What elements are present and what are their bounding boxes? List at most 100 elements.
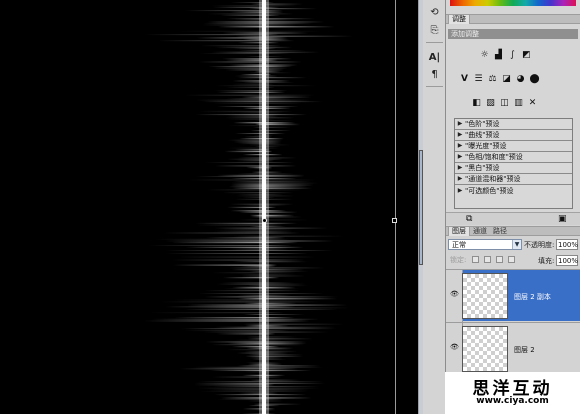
layer-row[interactable]: 👁 图层 2 <box>446 322 580 375</box>
streak <box>202 24 264 26</box>
streak <box>221 397 264 399</box>
streak <box>203 290 264 292</box>
streak <box>264 307 350 309</box>
preset-item[interactable]: ▶ "色阶"预设 <box>455 119 572 130</box>
preset-item[interactable]: ▶ "黑白"预设 <box>455 163 572 174</box>
posterize-icon[interactable]: ▨ <box>485 97 496 108</box>
streak <box>264 389 310 391</box>
layer-name: 图层 2 <box>514 346 535 354</box>
chevron-down-icon[interactable]: ▼ <box>512 240 521 249</box>
streak <box>225 69 264 71</box>
preset-item[interactable]: ▶ "曲线"预设 <box>455 130 572 141</box>
streak <box>216 283 264 285</box>
lock-transparency-icon[interactable] <box>472 256 479 263</box>
streak <box>218 26 264 28</box>
expand-icon[interactable]: ▶ <box>455 163 465 173</box>
vibrance-icon[interactable]: V <box>459 73 470 84</box>
streak <box>229 203 264 206</box>
levels-icon[interactable]: ▟ <box>493 49 504 60</box>
blend-mode-select[interactable]: 正常 ▼ <box>448 239 522 250</box>
lock-position-icon[interactable] <box>496 256 503 263</box>
curves-icon[interactable]: ∫ <box>507 49 518 60</box>
selective-color-icon[interactable]: ✕ <box>527 97 538 108</box>
invert-icon[interactable]: ◧ <box>471 97 482 108</box>
layer-row[interactable]: 👁 图层 2 副本 <box>446 269 580 322</box>
expand-icon[interactable]: ▶ <box>455 130 465 140</box>
visibility-cell[interactable]: 👁 <box>446 323 463 375</box>
streak <box>208 389 264 391</box>
opacity-label: 不透明度: <box>524 241 555 249</box>
tab-adjustments[interactable]: 调整 <box>448 15 470 24</box>
right-panels: 调整 添加调整 ☼ ▟ ∫ ◩ V ☰ ⚖ ◪ ◕ ⬤ ◧ ▨ ◫ ▥ ✕ ▶ "… <box>446 0 580 414</box>
transform-center-point[interactable] <box>262 218 267 223</box>
eye-icon[interactable]: 👁 <box>450 291 459 298</box>
streak <box>195 222 264 225</box>
visibility-cell[interactable]: 👁 <box>446 270 463 322</box>
black-white-icon[interactable]: ◪ <box>501 73 512 84</box>
streak <box>264 365 321 367</box>
preset-item[interactable]: ▶ "可选颜色"预设 <box>455 185 572 196</box>
panel-options-icon[interactable]: ▣ <box>558 214 567 224</box>
brightness-icon[interactable]: ☼ <box>479 49 490 60</box>
streak <box>166 250 264 251</box>
streak <box>204 296 264 298</box>
streak <box>199 53 264 54</box>
streak <box>165 253 264 254</box>
photo-filter-icon[interactable]: ◕ <box>515 73 526 84</box>
paragraph-icon[interactable]: ¶ <box>427 67 442 81</box>
streak <box>194 384 264 386</box>
lock-row: 锁定: 填充: 100% <box>446 254 580 267</box>
streak <box>174 317 264 319</box>
expand-icon[interactable]: ▶ <box>455 186 465 196</box>
streak <box>171 242 264 244</box>
tab-paths[interactable]: 路径 <box>490 227 510 236</box>
streak <box>196 307 264 309</box>
expand-icon[interactable]: ▶ <box>455 174 465 184</box>
tab-layers[interactable]: 图层 <box>448 227 470 236</box>
transform-handle-right[interactable] <box>392 218 397 223</box>
streak <box>199 61 264 63</box>
gradient-map-icon[interactable]: ▥ <box>513 97 524 108</box>
streak <box>264 26 335 28</box>
streak <box>264 102 302 104</box>
streak <box>207 13 264 15</box>
streak <box>264 261 308 263</box>
streak <box>203 22 264 25</box>
streak <box>264 326 336 328</box>
hue-saturation-icon[interactable]: ☰ <box>473 73 484 84</box>
adjustment-icon-row-1: ☼ ▟ ∫ ◩ <box>479 49 532 60</box>
streak <box>221 282 264 284</box>
clone-source-icon[interactable]: ⎘ <box>427 23 442 37</box>
channel-mixer-icon[interactable]: ⬤ <box>529 73 540 84</box>
streak <box>219 229 264 230</box>
preset-item[interactable]: ▶ "曝光度"预设 <box>455 141 572 152</box>
streak <box>187 304 264 306</box>
eye-icon[interactable]: 👁 <box>450 344 459 351</box>
expand-icon[interactable]: ▶ <box>455 152 465 162</box>
streak <box>264 106 299 107</box>
streak <box>185 10 264 12</box>
clip-to-layer-icon[interactable]: ⧉ <box>466 214 472 224</box>
preset-item[interactable]: ▶ "通道混和器"预设 <box>455 174 572 185</box>
character-icon[interactable]: A| <box>427 50 442 64</box>
threshold-icon[interactable]: ◫ <box>499 97 510 108</box>
streak <box>180 368 264 370</box>
expand-icon[interactable]: ▶ <box>455 141 465 151</box>
opacity-input[interactable]: 100% <box>556 239 578 250</box>
color-swatch-ramp[interactable] <box>450 0 576 6</box>
streak <box>227 206 264 209</box>
streak <box>264 290 301 292</box>
tab-channels[interactable]: 通道 <box>470 227 490 236</box>
streak <box>196 37 264 39</box>
document-canvas[interactable] <box>0 0 418 414</box>
history-icon[interactable]: ⟲ <box>427 5 442 19</box>
fill-input[interactable]: 100% <box>556 255 578 266</box>
color-balance-icon[interactable]: ⚖ <box>487 73 498 84</box>
streak <box>222 58 264 60</box>
lock-pixels-icon[interactable] <box>484 256 491 263</box>
streak <box>213 102 264 104</box>
expand-icon[interactable]: ▶ <box>455 119 465 129</box>
preset-item[interactable]: ▶ "色相/饱和度"预设 <box>455 152 572 163</box>
lock-all-icon[interactable] <box>508 256 515 263</box>
exposure-icon[interactable]: ◩ <box>521 49 532 60</box>
